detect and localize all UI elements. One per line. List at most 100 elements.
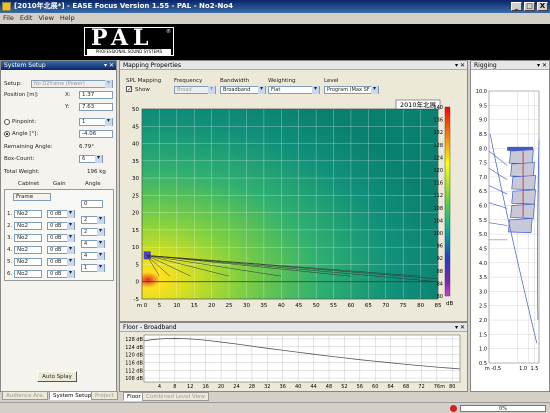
cabinet-cell[interactable]: No2 bbox=[14, 246, 42, 254]
show-checkbox[interactable]: ✓ bbox=[126, 86, 132, 93]
tab-project[interactable]: Project bbox=[91, 391, 118, 400]
rigging-y-tick-label: 6.0 bbox=[479, 204, 487, 210]
rigging-y-tick-label: 6.5 bbox=[479, 189, 487, 195]
floor-title: Floor - Broadband bbox=[123, 324, 177, 331]
floor-x-tick-label: 28 bbox=[249, 384, 255, 390]
maximize-button[interactable]: □ bbox=[524, 2, 535, 11]
rigging-x-tick-label: 1.0 bbox=[519, 366, 527, 372]
close-button[interactable]: X bbox=[537, 2, 548, 11]
x-tick-label: 40 bbox=[278, 303, 285, 309]
cabinet-table: Frame 0 1.No20 dB22.No20 dB23.No20 dB44.… bbox=[4, 189, 114, 281]
floor-x-tick-label: 20 bbox=[218, 384, 224, 390]
colorbar-tick-label: 112 bbox=[433, 193, 443, 199]
floor-x-tick-label: 36 bbox=[280, 384, 286, 390]
gain-select[interactable]: 0 dB bbox=[47, 270, 75, 278]
menu-help[interactable]: Help bbox=[57, 13, 78, 24]
floor-x-tick-label: 12 bbox=[187, 384, 193, 390]
box-count-select[interactable]: 6 bbox=[79, 155, 103, 163]
logo-text: PAL bbox=[91, 25, 154, 51]
cabinet-row-index: 2. bbox=[7, 223, 13, 229]
position-label: Position [m]: bbox=[4, 92, 39, 98]
floor-x-tick-label: 8 bbox=[173, 384, 176, 390]
menu-file[interactable]: File bbox=[0, 13, 17, 24]
colorbar-tick-label: 104 bbox=[433, 218, 443, 224]
y-input[interactable]: 7.63 bbox=[79, 103, 113, 111]
logo-banner: PAL ® PROFESSIONAL SOUND SYSTEMS bbox=[0, 24, 550, 60]
floor-y-tick-label: 128 dB bbox=[125, 337, 143, 343]
colorbar-tick-label: 140 bbox=[433, 105, 443, 111]
angle-select[interactable]: 4 bbox=[81, 240, 105, 248]
floor-x-tick-label: 72 bbox=[418, 384, 424, 390]
angle-input[interactable]: -4.06 bbox=[79, 130, 113, 138]
panel-header-buttons[interactable]: ▾ ✕ bbox=[104, 61, 114, 70]
angle-select[interactable]: 2 bbox=[81, 228, 105, 236]
x-tick-label: 65 bbox=[365, 303, 372, 309]
tab-combined-level-view[interactable]: Combined Level View bbox=[142, 392, 210, 401]
gain-select[interactable]: 0 dB bbox=[47, 246, 75, 254]
angle-radio[interactable] bbox=[4, 131, 10, 137]
logo-tagline: PROFESSIONAL SOUND SYSTEMS bbox=[87, 49, 171, 55]
rigging-y-tick-label: 7.0 bbox=[479, 175, 487, 181]
cabinet-cell[interactable]: No2 bbox=[14, 258, 42, 266]
minimize-button[interactable]: _ bbox=[511, 2, 522, 11]
gain-select[interactable]: 0 dB bbox=[47, 234, 75, 242]
cabinet-cell[interactable]: No2 bbox=[14, 210, 42, 218]
tab-audience-areas[interactable]: Audience Are. bbox=[2, 391, 49, 400]
app-icon bbox=[2, 2, 11, 11]
rigging-y-tick-label: 8.0 bbox=[479, 146, 487, 152]
rigging-title: Rigging bbox=[474, 62, 497, 69]
frame-angle-input[interactable]: 0 bbox=[81, 200, 103, 208]
cabinet-column-header: Cabinet bbox=[18, 181, 40, 187]
cabinet-row-index: 6. bbox=[7, 271, 13, 277]
floor-x-tick-label: 4 bbox=[158, 384, 161, 390]
angle-select[interactable]: 2 bbox=[81, 216, 105, 224]
x-tick-label: 35 bbox=[260, 303, 267, 309]
gain-select[interactable]: 0 dB bbox=[47, 210, 75, 218]
angle-select[interactable]: 4 bbox=[81, 252, 105, 260]
x-tick-label: 70 bbox=[382, 303, 389, 309]
gain-select[interactable]: 0 dB bbox=[47, 222, 75, 230]
floor-header-buttons[interactable]: ▾ ✕ bbox=[455, 323, 465, 332]
pinpoint-radio[interactable] bbox=[4, 119, 10, 125]
floor-y-tick-label: 124 dB bbox=[125, 345, 143, 351]
level-select[interactable]: Program (Max SF bbox=[324, 86, 379, 94]
mapping-header-buttons[interactable]: ▾ ✕ bbox=[455, 61, 465, 70]
pinpoint-select[interactable]: 1 bbox=[79, 118, 113, 126]
setup-select[interactable]: No D2frame (Power) bbox=[31, 80, 113, 88]
cabinet-box bbox=[507, 218, 533, 234]
cabinet-cell[interactable]: No2 bbox=[14, 234, 42, 242]
x-tick-label: 25 bbox=[226, 303, 233, 309]
menu-view[interactable]: View bbox=[35, 13, 56, 24]
mapping-title: Mapping Properties bbox=[123, 62, 181, 69]
tab-system-setup[interactable]: System Setup bbox=[49, 391, 96, 400]
floor-y-tick-label: 108 dB bbox=[125, 376, 143, 382]
weighting-select[interactable]: Flat bbox=[268, 86, 320, 94]
angle-select[interactable]: 1 bbox=[81, 264, 105, 272]
rigging-y-tick-label: 7.5 bbox=[479, 161, 487, 167]
y-label: Y: bbox=[65, 104, 70, 110]
floor-x-tick-label: 32 bbox=[264, 384, 270, 390]
cabinet-box bbox=[510, 203, 535, 219]
panel-header: System Setup ▾ ✕ bbox=[1, 61, 116, 70]
cabinet-cell[interactable]: No2 bbox=[14, 270, 42, 278]
floor-y-tick-label: 116 dB bbox=[125, 360, 143, 366]
y-tick-label: 45 bbox=[132, 124, 139, 130]
y-tick-label: 10 bbox=[132, 245, 139, 251]
cabinet-row-index: 5. bbox=[7, 259, 13, 265]
bandwidth-select[interactable]: Broadband bbox=[220, 86, 266, 94]
cabinet-cell[interactable]: No2 bbox=[14, 222, 42, 230]
rigging-header-buttons[interactable]: ▾ ✕ bbox=[537, 61, 547, 70]
status-bar: 0% bbox=[0, 402, 550, 413]
frequency-select[interactable]: Broad bbox=[174, 86, 216, 94]
floor-y-tick-label: 120 dB bbox=[125, 353, 143, 359]
x-tick-label: 20 bbox=[208, 303, 215, 309]
x-tick-label: 45 bbox=[295, 303, 302, 309]
menu-edit[interactable]: Edit bbox=[17, 13, 36, 24]
colorbar-tick-label: 80 bbox=[437, 294, 443, 300]
x-tick-label: 60 bbox=[347, 303, 354, 309]
auto-splay-button[interactable]: Auto Splay bbox=[37, 371, 77, 382]
gain-select[interactable]: 0 dB bbox=[47, 258, 75, 266]
level-label: Level bbox=[324, 78, 339, 84]
x-input[interactable]: 1.37 bbox=[79, 91, 113, 99]
cabinet-box bbox=[511, 175, 536, 191]
